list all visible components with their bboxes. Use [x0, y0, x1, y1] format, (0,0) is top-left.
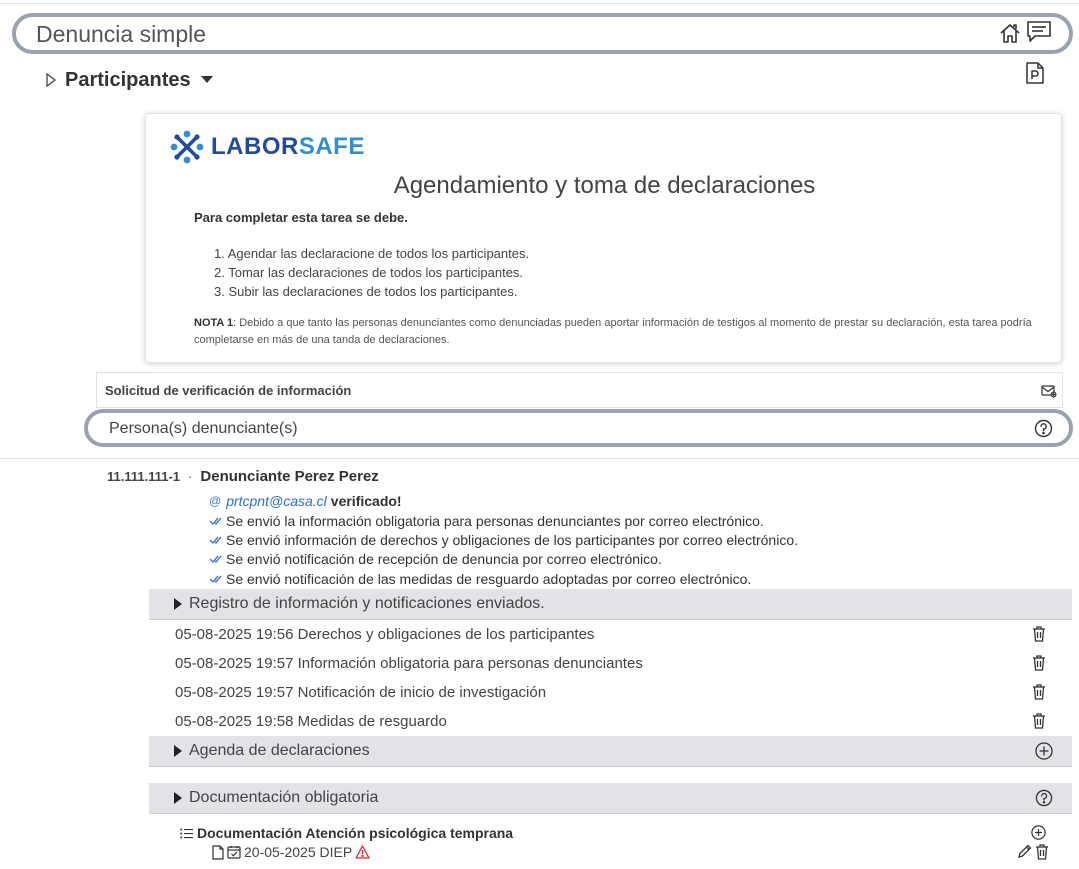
expand-triangle-icon[interactable] — [174, 745, 182, 757]
person-rut: 11.111.111-1 — [107, 468, 181, 484]
documentacion-section-header[interactable]: Documentación obligatoria — [149, 783, 1072, 814]
trash-icon[interactable] — [1032, 626, 1046, 642]
log-entry-text: 05-08-2025 19:58 Medidas de resguardo — [175, 713, 447, 730]
trash-icon[interactable] — [1032, 713, 1046, 729]
notification-message: Se envió información de derechos y oblig… — [209, 530, 798, 549]
mail-settings-icon[interactable] — [1041, 384, 1057, 398]
brand-name-part-a: LABOR — [211, 133, 299, 160]
help-icon[interactable] — [1034, 419, 1053, 438]
person-email-link[interactable]: prtcpnt@casa.cl — [226, 493, 327, 509]
notification-text: Se envió información de derechos y oblig… — [226, 531, 798, 548]
email-verification: @ prtcpnt@casa.cl verificado! — [209, 491, 402, 510]
notification-message: Se envió notificación de recepción de de… — [209, 549, 662, 568]
log-entry: 05-08-2025 19:57 Notificación de inicio … — [175, 682, 1050, 704]
notification-text: Se envió la información obligatoria para… — [226, 512, 764, 529]
note-text: : Debido a que tanto las personas denunc… — [194, 317, 1032, 346]
documentacion-section-title: Documentación obligatoria — [189, 789, 379, 806]
separator-dot: · — [188, 468, 193, 484]
document-item-label: 20-05-2025 DIEP — [244, 844, 353, 860]
verification-label: Solicitud de verificación de información — [105, 383, 352, 398]
warning-icon — [355, 845, 370, 859]
help-icon[interactable] — [1035, 789, 1053, 807]
caret-down-icon[interactable] — [200, 76, 213, 84]
double-check-icon — [209, 536, 222, 544]
double-check-icon — [209, 555, 222, 563]
add-circle-icon[interactable] — [1031, 825, 1046, 840]
expand-triangle-icon[interactable] — [174, 598, 182, 610]
task-info-card: LABORSAFE Agendamiento y toma de declara… — [145, 113, 1062, 363]
case-title-bar: Denuncia simple — [12, 13, 1073, 54]
notification-message: Se envió notificación de las medidas de … — [209, 569, 751, 588]
verification-request-row[interactable]: Solicitud de verificación de información — [96, 372, 1063, 408]
step-item: 2. Tomar las declaraciones de todos los … — [214, 265, 524, 280]
trash-icon[interactable] — [1032, 684, 1046, 700]
card-title: Agendamiento y toma de declaraciones — [393, 172, 816, 199]
pdf-icon[interactable] — [1025, 61, 1045, 85]
notification-message: Se envió la información obligatoria para… — [209, 511, 764, 530]
expand-triangle-icon[interactable] — [45, 73, 57, 87]
denunciantes-label: Persona(s) denunciante(s) — [109, 420, 298, 437]
home-icon[interactable] — [999, 22, 1021, 44]
trash-icon[interactable] — [1035, 844, 1049, 860]
chat-icon[interactable] — [1026, 20, 1052, 44]
agenda-section-title: Agenda de declaraciones — [189, 742, 370, 759]
verified-label: verificado! — [330, 492, 402, 509]
participants-title: Participantes — [65, 68, 191, 91]
add-circle-icon[interactable] — [1035, 742, 1053, 760]
log-entry-text: 05-08-2025 19:56 Derechos y obligaciones… — [175, 626, 595, 643]
log-entry-text: 05-08-2025 19:57 Información obligatoria… — [175, 655, 643, 672]
person-header: 11.111.111-1 · Denunciante Perez Perez — [107, 466, 379, 486]
log-entry: 05-08-2025 19:57 Información obligatoria… — [175, 653, 1050, 675]
log-entry-text: 05-08-2025 19:57 Notificación de inicio … — [175, 684, 547, 701]
step-item: 3. Subir las declaraciones de todos los … — [214, 284, 518, 299]
document-group-header: Documentación Atención psicológica tempr… — [180, 824, 513, 842]
double-check-icon — [209, 517, 222, 525]
trash-icon[interactable] — [1032, 655, 1046, 671]
top-divider — [0, 3, 1079, 4]
expand-triangle-icon[interactable] — [174, 792, 182, 804]
notification-text: Se envió notificación de recepción de de… — [226, 550, 662, 567]
brand-name-part-b: SAFE — [298, 133, 365, 160]
log-entry: 05-08-2025 19:56 Derechos y obligaciones… — [175, 624, 1050, 646]
case-title: Denuncia simple — [36, 21, 207, 47]
at-icon: @ — [209, 493, 222, 508]
notification-text: Se envió notificación de las medidas de … — [226, 570, 752, 587]
card-note: NOTA 1: Debido a que tanto las personas … — [194, 315, 1034, 349]
step-item: 1. Agendar las declaracione de todos los… — [214, 246, 530, 261]
document-item[interactable]: 20-05-2025 DIEP — [212, 843, 373, 861]
participants-header[interactable]: Participantes — [45, 68, 213, 92]
registro-section-title: Registro de información y notificaciones… — [189, 595, 545, 612]
log-entry: 05-08-2025 19:58 Medidas de resguardo — [175, 711, 1050, 733]
double-check-icon — [209, 575, 222, 583]
steps-list: 1. Agendar las declaracione de todos los… — [214, 244, 529, 301]
person-name: Denunciante Perez Perez — [200, 467, 379, 485]
document-group-title: Documentación Atención psicológica tempr… — [197, 825, 514, 841]
denunciantes-bar: Persona(s) denunciante(s) — [84, 409, 1073, 447]
list-icon — [180, 828, 193, 838]
edit-pencil-icon[interactable] — [1017, 844, 1032, 859]
agenda-section-header[interactable]: Agenda de declaraciones — [149, 736, 1072, 767]
file-icon — [212, 844, 224, 860]
calendar-check-icon — [227, 846, 241, 859]
section-divider — [0, 458, 1079, 459]
registro-section-header[interactable]: Registro de información y notificaciones… — [149, 589, 1072, 620]
card-intro: Para completar esta tarea se debe. — [194, 210, 408, 225]
laborsafe-logo: LABORSAFE — [169, 129, 365, 165]
note-label: NOTA 1 — [194, 317, 234, 329]
